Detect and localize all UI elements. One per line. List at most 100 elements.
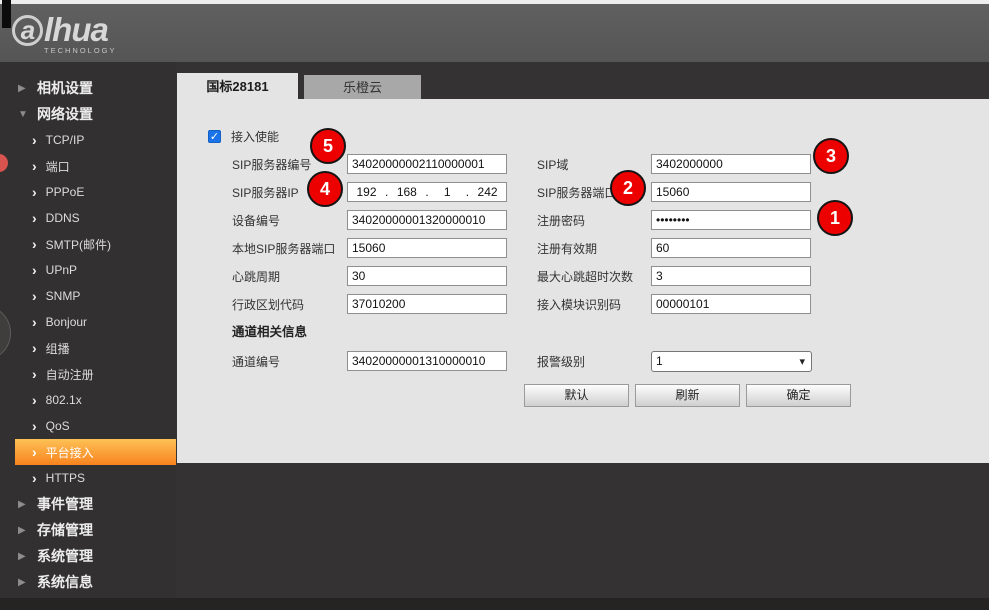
sidebar-item-label: HTTPS <box>46 471 85 485</box>
alarm-level-label: 报警级别 <box>537 353 651 370</box>
tab-gb28181[interactable]: 国标28181 <box>177 73 298 99</box>
local-sip-port-label: 本地SIP服务器端口 <box>232 240 347 257</box>
sidebar-item-label: 系统管理 <box>37 546 93 566</box>
dahua-logo-text: alhua <box>12 12 117 48</box>
sidebar-item-label: 组播 <box>46 340 70 357</box>
sidebar-item-tcpip[interactable]: › TCP/IP <box>0 127 176 153</box>
access-module-id-label: 接入模块识别码 <box>537 296 651 313</box>
sidebar-item-label: 802.1x <box>46 393 82 407</box>
sidebar-item-smtp[interactable]: ›SMTP(邮件) <box>0 231 176 257</box>
device-id-input[interactable] <box>347 210 507 230</box>
sidebar-item-label: DDNS <box>46 211 80 225</box>
default-button[interactable]: 默认 <box>524 384 629 407</box>
channel-id-input[interactable] <box>347 351 507 371</box>
app-header: alhua TECHNOLOGY <box>0 4 989 62</box>
chevron-right-icon: › <box>32 368 37 380</box>
tab-lechange-cloud[interactable]: 乐橙云 <box>304 75 421 99</box>
sip-domain-input[interactable] <box>651 154 811 174</box>
chevron-right-icon: › <box>32 212 37 224</box>
sidebar-item-qos[interactable]: › QoS <box>0 413 176 439</box>
sidebar-item-platform-access[interactable]: › 平台接入 <box>15 439 176 465</box>
enable-row: ✓ 接入使能 <box>208 122 857 150</box>
sidebar-item-label: 事件管理 <box>37 494 93 514</box>
sidebar-item-label: 网络设置 <box>37 104 93 124</box>
register-validity-input[interactable] <box>651 238 811 258</box>
chevron-right-icon: › <box>32 238 37 250</box>
top-left-corner-block <box>2 0 11 28</box>
annotation-badge-5: 5 <box>310 128 346 164</box>
chevron-down-icon: ▾ <box>799 355 805 368</box>
sidebar-item-network-settings[interactable]: ▼网络设置 <box>0 101 176 127</box>
sidebar-item-label: QoS <box>46 419 70 433</box>
register-password-input[interactable] <box>651 210 811 230</box>
button-row: 默认 刷新 确定 <box>524 384 857 407</box>
sidebar-item-bonjour[interactable]: › Bonjour <box>0 309 176 335</box>
enable-checkbox[interactable]: ✓ <box>208 130 221 143</box>
sidebar-item-multicast[interactable]: › 组播 <box>0 335 176 361</box>
sidebar-item-storage-management[interactable]: ▶ 存储管理 <box>0 517 176 543</box>
sidebar-item-label: 端口 <box>46 158 70 175</box>
sidebar-item-label: TCP/IP <box>46 133 85 147</box>
chevron-right-icon: › <box>32 316 37 328</box>
sidebar-item-auto-register[interactable]: ›自动注册 <box>0 361 176 387</box>
sidebar-item-system-info[interactable]: ▶系统信息 <box>0 569 176 595</box>
bottom-strip <box>0 598 989 610</box>
chevron-right-icon: › <box>32 472 37 484</box>
ip-octet-1: 192 <box>348 185 385 199</box>
form-row: 本地SIP服务器端口 注册有效期 <box>232 234 857 262</box>
sidebar-item-label: UPnP <box>46 263 77 277</box>
dahua-logo-subtitle: TECHNOLOGY <box>44 46 117 55</box>
sidebar-item-snmp[interactable]: ›SNMP <box>0 283 176 309</box>
chevron-right-icon: › <box>32 264 37 276</box>
device-id-label: 设备编号 <box>232 212 347 229</box>
heartbeat-period-label: 心跳周期 <box>232 268 347 285</box>
sip-server-id-input[interactable] <box>347 154 507 174</box>
sidebar-item-system-management[interactable]: ▶系统管理 <box>0 543 176 569</box>
sidebar-item-camera-settings[interactable]: ▶相机设置 <box>0 75 176 101</box>
chevron-right-icon: › <box>32 186 37 198</box>
register-password-label: 注册密码 <box>537 212 651 229</box>
confirm-button[interactable]: 确定 <box>746 384 851 407</box>
chevron-right-icon: › <box>32 134 37 146</box>
access-module-id-input[interactable] <box>651 294 811 314</box>
admin-region-code-label: 行政区划代码 <box>232 296 347 313</box>
ip-octet-3: 1 <box>429 185 466 199</box>
sidebar-item-pppoe[interactable]: ›PPPoE <box>0 179 176 205</box>
form-row: 行政区划代码 接入模块识别码 <box>232 290 857 318</box>
register-validity-label: 注册有效期 <box>537 240 651 257</box>
sidebar-item-label: 存储管理 <box>37 520 93 540</box>
checkbox-check-icon: ✓ <box>210 131 219 143</box>
sidebar-item-upnp[interactable]: › UPnP <box>0 257 176 283</box>
chevron-right-icon: › <box>32 446 37 458</box>
sidebar-item-label: 平台接入 <box>46 444 94 461</box>
triangle-right-icon: ▶ <box>18 577 29 588</box>
alarm-level-selected-value: 1 <box>656 354 799 368</box>
heartbeat-period-input[interactable] <box>347 266 507 286</box>
admin-region-code-input[interactable] <box>347 294 507 314</box>
chevron-right-icon: › <box>32 290 37 302</box>
annotation-badge-2: 2 <box>610 170 646 206</box>
max-heartbeat-timeout-input[interactable] <box>651 266 811 286</box>
max-heartbeat-timeout-label: 最大心跳超时次数 <box>537 268 651 285</box>
triangle-right-icon: ▶ <box>18 499 29 510</box>
chevron-right-icon: › <box>32 342 37 354</box>
channel-section-title: 通道相关信息 <box>232 318 857 347</box>
form-row: 通道编号 报警级别 1 ▾ <box>232 347 857 375</box>
refresh-button[interactable]: 刷新 <box>635 384 740 407</box>
alarm-level-select[interactable]: 1 ▾ <box>651 351 812 372</box>
triangle-right-icon: ▶ <box>18 83 29 94</box>
dahua-logo-circled-a: a <box>12 15 43 46</box>
sidebar-item-https[interactable]: › HTTPS <box>0 465 176 491</box>
sidebar-item-ddns[interactable]: › DDNS <box>0 205 176 231</box>
sip-server-ip-input[interactable]: 192 . 168 . 1 . 242 <box>347 182 507 202</box>
sidebar-item-label: Bonjour <box>46 315 87 329</box>
gb28181-form: ✓ 接入使能 SIP服务器编号 SIP域 SIP服务器IP 192 . 168 … <box>232 122 857 407</box>
sip-server-port-input[interactable] <box>651 182 811 202</box>
local-sip-port-input[interactable] <box>347 238 507 258</box>
sip-domain-label: SIP域 <box>537 156 651 173</box>
sidebar-item-8021x[interactable]: ›802.1x <box>0 387 176 413</box>
chevron-right-icon: › <box>32 420 37 432</box>
triangle-right-icon: ▶ <box>18 525 29 536</box>
sidebar-item-port[interactable]: ›端口 <box>0 153 176 179</box>
sidebar-item-event-management[interactable]: ▶ 事件管理 <box>0 491 176 517</box>
